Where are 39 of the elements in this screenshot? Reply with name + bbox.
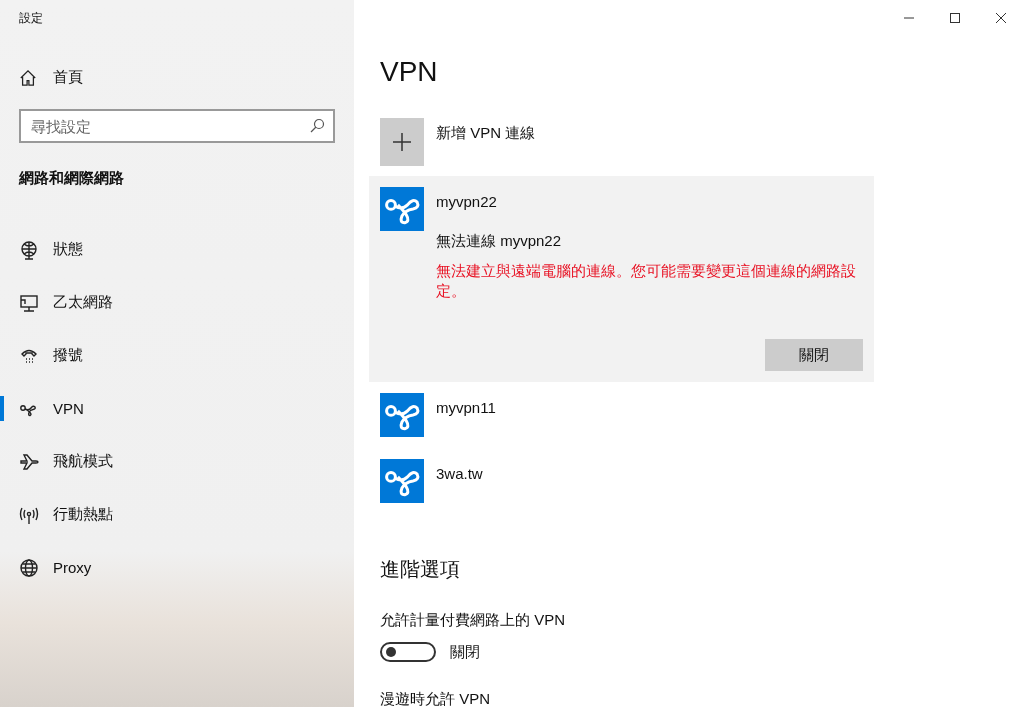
sidebar-item[interactable]: Proxy — [0, 541, 354, 594]
status-icon — [19, 239, 39, 260]
vpn-connection-item[interactable]: 3wa.tw — [369, 448, 874, 514]
connection-name: myvpn11 — [436, 399, 497, 416]
home-link[interactable]: 首頁 — [19, 68, 354, 87]
setting-label: 漫遊時允許 VPN — [380, 690, 491, 707]
sidebar-item[interactable]: VPN — [0, 382, 354, 435]
add-vpn-button[interactable] — [380, 118, 424, 166]
page-title: VPN — [380, 56, 439, 88]
sidebar-item[interactable]: 行動熱點 — [0, 488, 354, 541]
vpn-icon — [380, 187, 424, 231]
plus-icon — [392, 132, 412, 152]
close-button[interactable]: 關閉 — [765, 339, 863, 371]
monitor-icon — [19, 292, 39, 313]
home-icon — [19, 68, 37, 87]
connection-status: 無法連線 myvpn22 — [436, 232, 563, 251]
section-heading: 網路和網際網路 — [19, 169, 125, 188]
section-heading: 進階選項 — [380, 557, 461, 582]
search-field[interactable]: 尋找設定 — [19, 109, 335, 143]
search-icon — [309, 118, 325, 134]
connection-name: myvpn22 — [436, 193, 498, 210]
maximize-icon[interactable] — [949, 12, 961, 24]
toggle-switch[interactable] — [380, 642, 436, 662]
connection-name: 3wa.tw — [436, 465, 484, 482]
sidebar-item[interactable]: 乙太網路 — [0, 276, 354, 329]
airplane-icon — [19, 451, 39, 472]
error-message: 無法建立與遠端電腦的連線。您可能需要變更這個連線的網路設定。 — [436, 262, 857, 301]
vpn-connection-item[interactable]: myvpn11 — [369, 382, 874, 448]
vpn-icon — [380, 393, 424, 437]
sidebar-item[interactable]: 撥號 — [0, 329, 354, 382]
add-vpn-label[interactable]: 新增 VPN 連線 — [436, 124, 536, 143]
vpn-icon — [380, 459, 424, 503]
globe-icon — [19, 557, 39, 578]
close-icon[interactable] — [995, 12, 1007, 24]
toggle-state: 關閉 — [450, 642, 480, 662]
sidebar-item[interactable]: 飛航模式 — [0, 435, 354, 488]
setting-label: 允許計量付費網路上的 VPN — [380, 611, 566, 630]
sidebar-item[interactable]: 狀態 — [0, 223, 354, 276]
window-title: 設定 — [18, 10, 44, 27]
